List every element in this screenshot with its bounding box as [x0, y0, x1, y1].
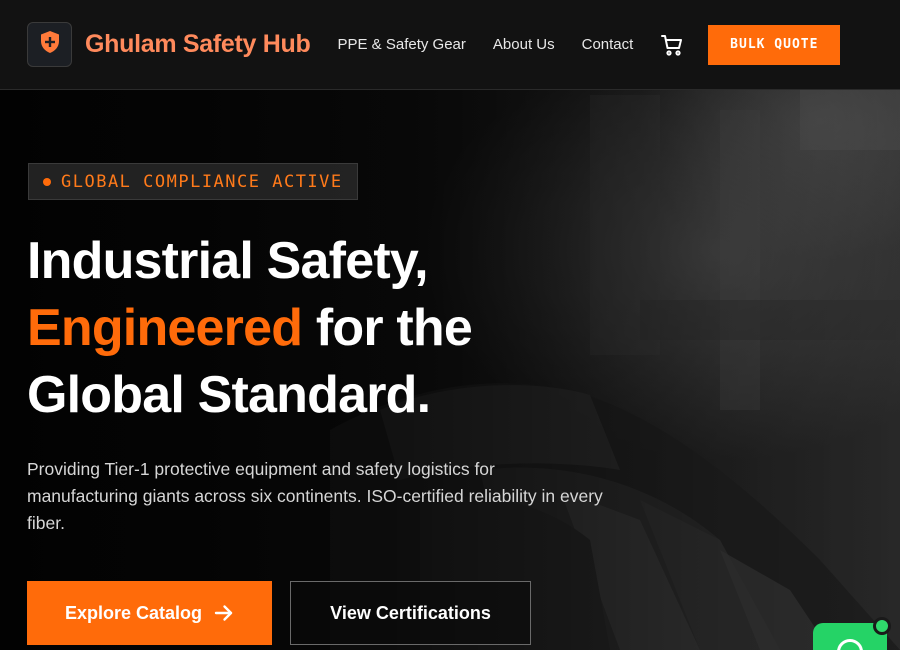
- whatsapp-chat-button[interactable]: [813, 617, 891, 650]
- headline-line-1: Industrial Safety,: [27, 232, 429, 290]
- site-header: Ghulam Safety Hub PPE & Safety Gear Abou…: [0, 0, 900, 90]
- brand-name[interactable]: Ghulam Safety Hub: [85, 30, 311, 59]
- view-certifications-button[interactable]: View Certifications: [290, 581, 531, 645]
- headline-line-3: Global Standard.: [27, 366, 431, 424]
- status-dot-icon: [43, 177, 51, 186]
- logo-badge[interactable]: [27, 22, 72, 67]
- nav-ppe-safety-gear[interactable]: PPE & Safety Gear: [338, 36, 466, 53]
- bulk-quote-button[interactable]: BULK QUOTE: [708, 24, 841, 65]
- nav-contact[interactable]: Contact: [582, 36, 634, 53]
- main-nav: PPE & Safety Gear About Us Contact: [338, 36, 661, 53]
- arrow-right-icon: [214, 604, 234, 622]
- explore-catalog-button[interactable]: Explore Catalog: [27, 581, 272, 645]
- hero-headline: Industrial Safety, Engineered for the Gl…: [27, 228, 473, 429]
- shopping-cart-icon[interactable]: [660, 33, 684, 57]
- compliance-badge: GLOBAL COMPLIANCE ACTIVE: [28, 163, 358, 200]
- shield-plus-icon: [39, 30, 61, 59]
- nav-about-us[interactable]: About Us: [493, 36, 555, 53]
- online-status-icon: [873, 617, 891, 635]
- hero-subcopy: Providing Tier-1 protective equipment an…: [27, 459, 603, 533]
- headline-accent: Engineered: [27, 299, 303, 357]
- compliance-badge-label: GLOBAL COMPLIANCE ACTIVE: [61, 171, 343, 192]
- chat-bubble-icon: [837, 639, 863, 650]
- headline-line-2-rest: for the: [302, 299, 473, 357]
- explore-catalog-label: Explore Catalog: [64, 602, 203, 623]
